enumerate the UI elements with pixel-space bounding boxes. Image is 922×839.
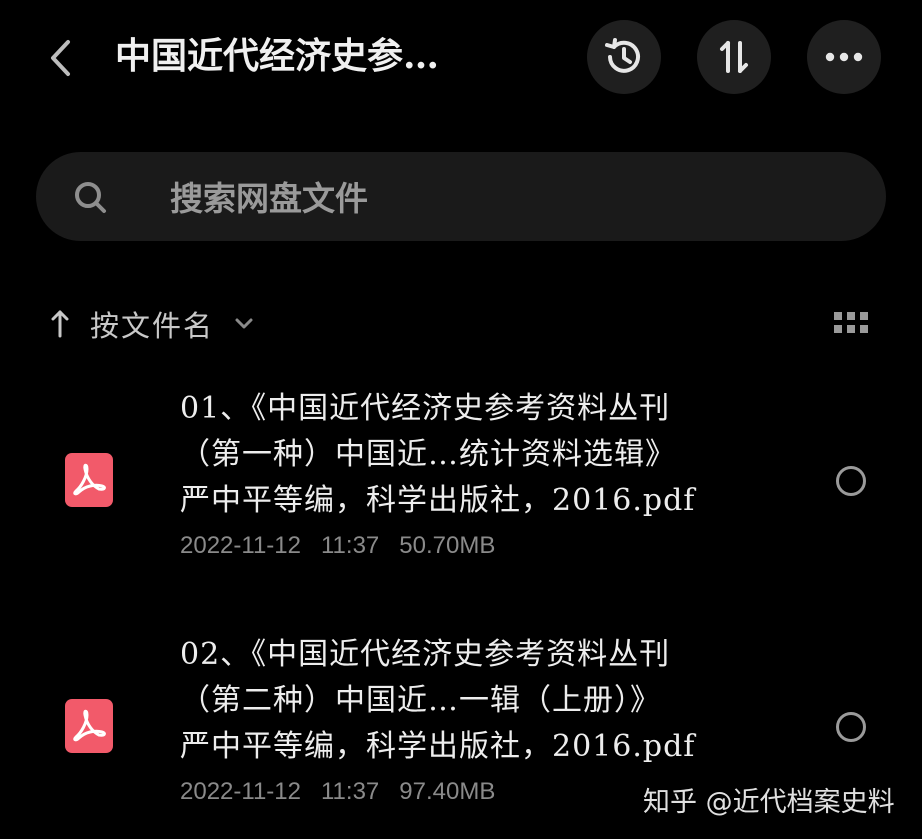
history-icon [605,38,640,73]
grid-view-icon[interactable] [834,312,868,334]
file-name: 02、《中国近代经济史参考资料丛刊 （第二种）中国近…一辑（上册）》 严中平等编… [180,637,696,764]
watermark: 知乎 @近代档案史料 [643,787,895,818]
search-bar[interactable] [36,152,886,241]
chevron-left-icon [51,40,70,76]
more-horizontal-icon [825,52,863,62]
sort-order-button[interactable] [697,20,771,94]
page-title: 中国近代经济史参… [115,35,440,77]
select-checkbox[interactable] [836,466,866,496]
sort-arrows-icon [720,41,748,73]
file-meta: 2022-11-12 11:37 50.70MB [180,532,496,559]
file-meta: 2022-11-12 11:37 97.40MB [180,778,496,805]
top-app-bar: 中国近代经济史参… [0,0,922,115]
pdf-file-icon [65,453,113,507]
file-list-item[interactable]: 01、《中国近代经济史参考资料丛刊 （第一种）中国近…统计资料选辑》 严中平等编… [0,380,922,580]
more-options-button[interactable] [807,20,881,94]
pdf-file-icon [65,699,113,753]
back-button[interactable] [38,34,82,82]
history-button[interactable] [587,20,661,94]
file-name: 01、《中国近代经济史参考资料丛刊 （第一种）中国近…统计资料选辑》 严中平等编… [180,391,696,518]
select-checkbox[interactable] [836,712,866,742]
search-input[interactable] [168,170,852,226]
search-icon [75,182,106,213]
sort-selector[interactable]: 按文件名 [48,300,254,348]
chevron-down-icon [235,318,253,329]
arrow-up-icon [51,310,69,338]
sort-label: 按文件名 [90,309,215,343]
